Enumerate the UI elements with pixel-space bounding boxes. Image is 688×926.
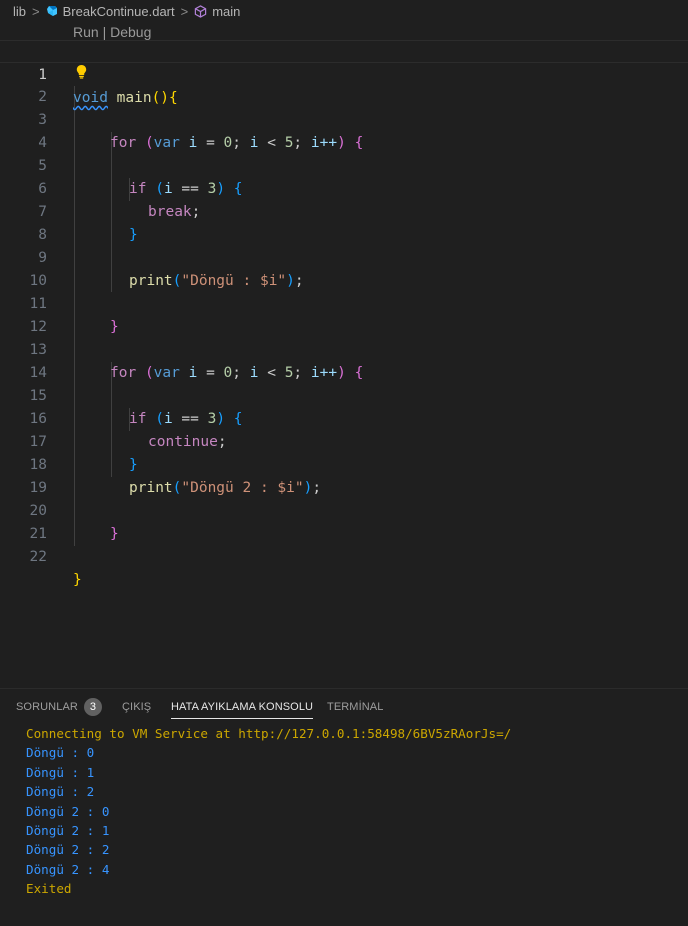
code-line: 11 } <box>0 270 688 335</box>
breadcrumb-item-file[interactable]: BreakContinue.dart <box>46 4 175 19</box>
code-text: } <box>73 572 82 588</box>
breadcrumb-item-symbol[interactable]: main <box>194 4 240 19</box>
code-line: 6 break; <box>0 155 688 220</box>
code-line: 19 <box>0 454 688 496</box>
code-line: 3 for (var i = 0; i < 5; i++) { <box>0 86 688 151</box>
code-line: 20 } <box>0 477 688 542</box>
console-line: Döngü 2 : 4 <box>26 861 110 877</box>
code-line: 21 <box>0 500 688 542</box>
console-line: Döngü : 2 <box>26 784 95 800</box>
code-line: 1 void main(){ <box>0 40 688 106</box>
console-line: Döngü : 0 <box>26 745 95 761</box>
console-line: Döngü 2 : 2 <box>26 842 110 858</box>
code-line: 8 <box>0 201 688 243</box>
method-cube-icon <box>195 4 207 18</box>
code-line: 13 for (var i = 0; i < 5; i++) { <box>0 316 688 381</box>
panel-tabs: SORUNLAR 3 ÇIKIŞ HATA AYIKLAMA KONSOLU TE… <box>0 689 688 725</box>
code-line: 4 <box>0 109 688 151</box>
code-line: 22 } <box>0 523 688 588</box>
code-line: 10 <box>0 247 688 289</box>
code-line: 5 if (i == 3) { <box>0 132 688 197</box>
tab-debug-console[interactable]: HATA AYIKLAMA KONSOLU <box>171 689 314 725</box>
code-line: 16 continue; <box>0 385 688 450</box>
code-line: 15 if (i == 3) { <box>0 362 688 427</box>
lightbulb-icon[interactable] <box>75 64 88 79</box>
code-line: 17 } <box>0 408 688 473</box>
tab-terminal[interactable]: TERMİNAL <box>327 689 383 725</box>
breadcrumb-separator: > <box>180 3 189 19</box>
console-line: Döngü 2 : 0 <box>26 803 110 819</box>
code-line: 14 <box>0 339 688 381</box>
breadcrumb: lib > BreakContinue.dart > main <box>0 0 688 22</box>
problems-count-badge: 3 <box>83 698 102 716</box>
breadcrumb-symbol-label: main <box>212 3 241 19</box>
breadcrumb-file-label: BreakContinue.dart <box>62 3 175 19</box>
tab-problems-label: SORUNLAR <box>16 701 78 713</box>
dart-file-icon <box>46 6 57 16</box>
breadcrumb-separator: > <box>32 3 40 19</box>
console-line: Döngü : 1 <box>26 764 95 780</box>
line-number: 22 <box>29 549 47 565</box>
console-line: Exited <box>26 881 72 897</box>
code-line: 9 print("Döngü : $i"); <box>0 224 688 289</box>
tab-debug-console-label: HATA AYIKLAMA KONSOLU <box>171 701 314 713</box>
console-line: Döngü 2 : 1 <box>26 822 110 838</box>
tab-output[interactable]: ÇIKIŞ <box>122 689 151 725</box>
console-line: Connecting to VM Service at http://127.0… <box>26 726 512 741</box>
active-tab-indicator <box>171 718 314 719</box>
code-editor[interactable]: Run | Debug 1 void main(){ 2 3 for (var … <box>0 22 688 688</box>
code-line: 7 } <box>0 178 688 243</box>
codelens-run-debug[interactable]: Run | Debug <box>73 22 151 42</box>
breadcrumb-lib-label: lib <box>13 3 27 19</box>
debug-console-output[interactable]: Connecting to VM Service at http://127.0… <box>26 724 666 899</box>
tab-problems[interactable]: SORUNLAR 3 <box>16 689 102 725</box>
code-line: 18 print("Döngü 2 : $i"); <box>0 431 688 496</box>
breadcrumb-item-lib[interactable]: lib <box>13 4 26 19</box>
code-line: 2 <box>0 63 688 105</box>
tab-output-label: ÇIKIŞ <box>122 701 152 713</box>
code-line: 12 <box>0 293 688 335</box>
tab-terminal-label: TERMİNAL <box>327 701 384 713</box>
bottom-panel: SORUNLAR 3 ÇIKIŞ HATA AYIKLAMA KONSOLU TE… <box>0 688 688 926</box>
